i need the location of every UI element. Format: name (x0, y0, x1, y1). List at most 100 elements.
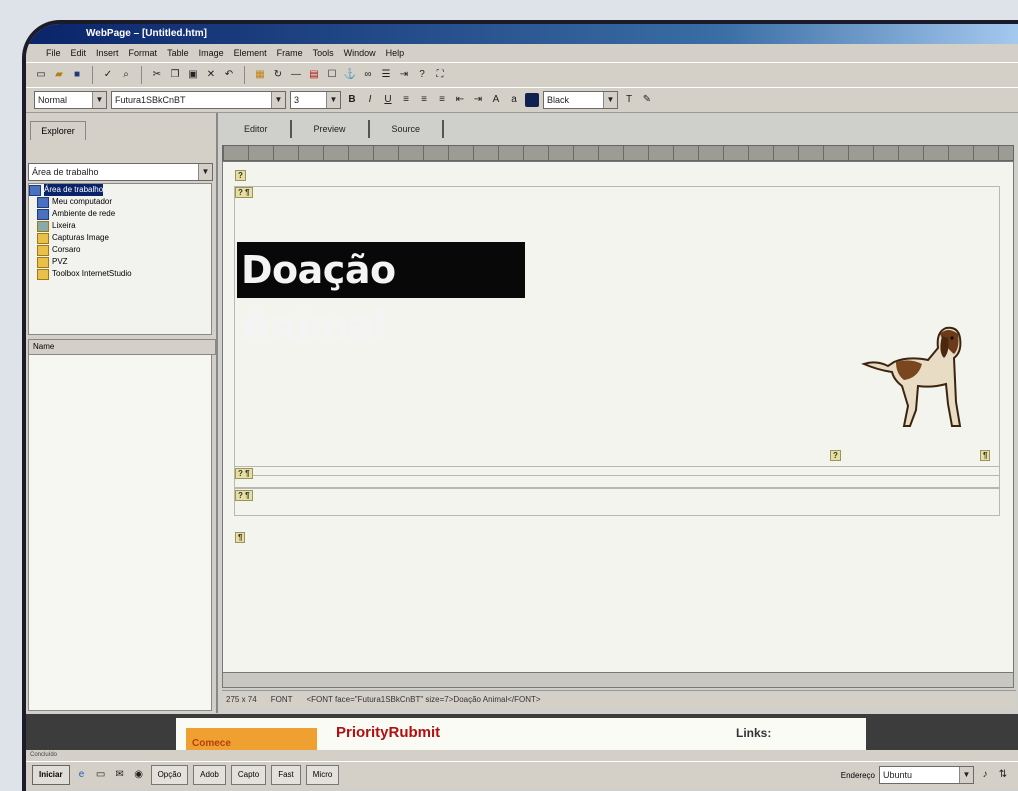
tree-item-toolbox[interactable]: Toolbox InternetStudio (29, 268, 211, 280)
horizontal-ruler (222, 145, 1014, 161)
tree-item-recycle-bin[interactable]: Lixeira (29, 220, 211, 232)
task-button-3[interactable]: Capto (230, 765, 267, 785)
tab-editor[interactable]: Editor (222, 120, 292, 138)
tab-source[interactable]: Source (370, 120, 445, 138)
tree-item-captures[interactable]: Capturas Image (29, 232, 211, 244)
name-column-header[interactable]: Name (28, 339, 216, 355)
size-value: 3 (294, 95, 300, 105)
tree-item-computer[interactable]: Meu computador (29, 196, 211, 208)
menu-format[interactable]: Format (129, 44, 158, 62)
open-icon[interactable]: ▰ (52, 68, 66, 82)
horizontal-rule-icon[interactable]: — (289, 68, 303, 82)
task-button-5[interactable]: Micro (305, 765, 340, 785)
image-insert-icon[interactable]: ▦ (253, 68, 267, 82)
align-left-icon[interactable]: ≡ (399, 93, 413, 107)
links-label[interactable]: Links: (736, 726, 771, 740)
tree-item-label: Meu computador (52, 197, 113, 206)
start-button[interactable]: Iniciar (32, 765, 70, 785)
font-value: Futura1SBkCnBT (115, 95, 186, 105)
folder-select[interactable]: Área de trabalho ▼ (28, 163, 213, 181)
address-select[interactable]: Ubuntu ▼ (879, 766, 974, 784)
chevron-down-icon[interactable]: ▼ (271, 92, 285, 108)
copy-icon[interactable]: ❐ (168, 68, 182, 82)
color-select[interactable]: Black ▼ (543, 91, 618, 109)
paragraph-mark: ¶ (235, 532, 246, 543)
indent-right-icon[interactable]: ⇥ (471, 93, 485, 107)
spell-icon[interactable]: ✓ (101, 68, 115, 82)
paste-icon[interactable]: ▣ (186, 68, 200, 82)
refresh-icon[interactable]: ↻ (271, 68, 285, 82)
application-window: WebPage – [Untitled.htm] File Edit Inser… (22, 20, 1018, 791)
align-center-icon[interactable]: ≡ (417, 93, 431, 107)
list-icon[interactable]: ☰ (379, 68, 393, 82)
menu-file[interactable]: File (46, 44, 61, 62)
banner-button[interactable]: Comece (186, 728, 317, 750)
quicklaunch-ie-icon[interactable]: e (75, 768, 89, 782)
explorer-tab[interactable]: Explorer (30, 121, 86, 140)
recycle-bin-icon (37, 220, 49, 232)
tree-item-desktop[interactable]: Área de trabalho (29, 184, 211, 196)
outdent-icon[interactable]: ⇤ (453, 93, 467, 107)
tree-item-network[interactable]: Ambiente de rede (29, 208, 211, 220)
folder-tree: Área de trabalho Meu computador Ambiente… (28, 183, 212, 335)
task-button-4[interactable]: Fast (271, 765, 301, 785)
tab-preview[interactable]: Preview (292, 120, 370, 138)
help-icon[interactable]: ? (415, 68, 429, 82)
tree-item-corsaro[interactable]: Corsaro (29, 244, 211, 256)
delete-icon[interactable]: ✕ (204, 68, 218, 82)
menu-help[interactable]: Help (386, 44, 405, 62)
indent-icon[interactable]: ⇥ (397, 68, 411, 82)
dog-image[interactable] (858, 302, 968, 432)
chevron-down-icon[interactable]: ▼ (959, 767, 973, 783)
quicklaunch-app-icon[interactable]: ◉ (132, 768, 146, 782)
table-insert-icon[interactable]: ▤ (307, 68, 321, 82)
text-color-icon[interactable]: T (622, 93, 636, 107)
task-button-1[interactable]: Opção (150, 765, 189, 785)
link-icon[interactable]: ∞ (361, 68, 375, 82)
menu-edit[interactable]: Edit (71, 44, 87, 62)
menu-insert[interactable]: Insert (96, 44, 119, 62)
chevron-down-icon[interactable]: ▼ (603, 92, 617, 108)
font-shrink-icon[interactable]: a (507, 93, 521, 107)
tree-item-pvz[interactable]: PVZ (29, 256, 211, 268)
menu-element[interactable]: Element (234, 44, 267, 62)
color-swatch-icon[interactable] (525, 93, 539, 107)
align-right-icon[interactable]: ≡ (435, 93, 449, 107)
highlight-icon[interactable]: ✎ (640, 93, 654, 107)
desktop-icon (29, 184, 41, 196)
menu-image[interactable]: Image (199, 44, 224, 62)
cut-icon[interactable]: ✂ (150, 68, 164, 82)
underline-icon[interactable]: U (381, 93, 395, 107)
file-list[interactable] (28, 354, 212, 711)
size-select[interactable]: 3 ▼ (290, 91, 341, 109)
style-select[interactable]: Normal ▼ (34, 91, 107, 109)
bold-icon[interactable]: B (345, 93, 359, 107)
tree-item-label: Ambiente de rede (52, 209, 116, 218)
menu-tools[interactable]: Tools (313, 44, 334, 62)
save-icon[interactable]: ■ (70, 68, 84, 82)
quicklaunch-desktop-icon[interactable]: ▭ (94, 768, 108, 782)
menu-table[interactable]: Table (167, 44, 189, 62)
chevron-down-icon[interactable]: ▼ (92, 92, 106, 108)
horizontal-scrollbar[interactable] (222, 672, 1014, 688)
fullscreen-icon[interactable]: ⛶ (433, 68, 447, 82)
tree-item-label: Lixeira (52, 221, 76, 230)
menu-frame[interactable]: Frame (277, 44, 303, 62)
volume-icon[interactable]: ♪ (978, 768, 992, 782)
chevron-down-icon[interactable]: ▼ (326, 92, 340, 108)
network-tray-icon[interactable]: ⇅ (996, 768, 1010, 782)
find-icon[interactable]: ⌕ (119, 68, 133, 82)
quicklaunch-mail-icon[interactable]: ✉ (113, 768, 127, 782)
menu-window[interactable]: Window (344, 44, 376, 62)
font-grow-icon[interactable]: A (489, 93, 503, 107)
anchor-icon[interactable]: ⚓ (343, 68, 357, 82)
chevron-down-icon[interactable]: ▼ (198, 164, 212, 180)
undo-icon[interactable]: ↶ (222, 68, 236, 82)
font-select[interactable]: Futura1SBkCnBT ▼ (111, 91, 286, 109)
form-icon[interactable]: ☐ (325, 68, 339, 82)
editor-canvas[interactable]: ? ? ¶ Doação Animal ? ¶ ? ¶ ? ¶ ¶ (222, 161, 1014, 673)
task-button-2[interactable]: Adob (193, 765, 226, 785)
page-headline[interactable]: Doação Animal (237, 242, 525, 348)
new-icon[interactable]: ▭ (34, 68, 48, 82)
italic-icon[interactable]: I (363, 93, 377, 107)
